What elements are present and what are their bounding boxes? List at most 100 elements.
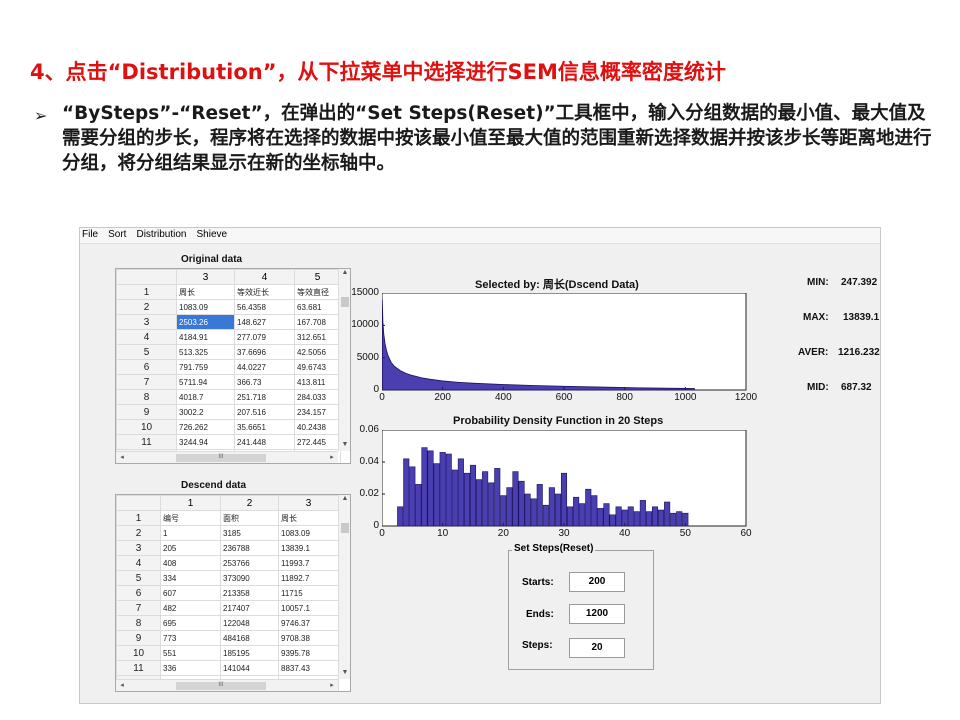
table-row[interactable]: 3 205 236788 13839.1 xyxy=(116,540,339,556)
table-cell[interactable]: 213358 xyxy=(220,585,279,601)
column-header[interactable]: 1 xyxy=(160,495,221,511)
table-cell[interactable]: 513.325 xyxy=(176,344,235,360)
table-cell[interactable]: 3185 xyxy=(220,525,279,541)
horizontal-scrollbar[interactable]: ◂ III ▸ xyxy=(116,679,338,691)
table-cell[interactable]: 284.033 xyxy=(294,389,341,405)
table-row[interactable]: 8 695 122048 9746.37 xyxy=(116,615,339,631)
row-header[interactable]: 6 xyxy=(116,585,161,601)
table-cell[interactable]: 1083.09 xyxy=(278,525,339,541)
column-header[interactable]: 2 xyxy=(220,495,279,511)
table-cell[interactable]: 周长 xyxy=(176,284,235,300)
table-cell[interactable]: 9746.37 xyxy=(278,615,339,631)
table-cell[interactable]: 3244.94 xyxy=(176,434,235,450)
row-header[interactable]: 7 xyxy=(116,374,177,390)
row-header[interactable]: 4 xyxy=(116,555,161,571)
table-cell[interactable]: 234.157 xyxy=(294,404,341,420)
scroll-thumb[interactable]: III xyxy=(176,454,266,462)
menu-file[interactable]: File xyxy=(82,229,98,243)
row-header[interactable]: 2 xyxy=(116,525,161,541)
table-cell[interactable]: 9395.78 xyxy=(278,645,339,661)
table-cell[interactable]: 484168 xyxy=(220,630,279,646)
starts-input[interactable]: 200 xyxy=(569,572,625,592)
table-cell[interactable]: 4184.91 xyxy=(176,329,235,345)
table-cell[interactable]: 8837.43 xyxy=(278,660,339,676)
table-cell[interactable]: 9708.38 xyxy=(278,630,339,646)
table-row[interactable]: 11 3244.94 241.448 272.445 xyxy=(116,434,341,450)
descend-data-table[interactable]: 1 2 3 1 编号 面积 周长 2 1 3185 1083.09 3 205 236788 1383… xyxy=(115,494,351,692)
row-header[interactable]: 10 xyxy=(116,645,161,661)
table-cell[interactable]: 5711.94 xyxy=(176,374,235,390)
table-row[interactable]: 1 周长 等效近长 等效直径 xyxy=(116,284,341,300)
table-cell[interactable]: 42.5056 xyxy=(294,344,341,360)
table-cell[interactable]: 4018.7 xyxy=(176,389,235,405)
table-cell[interactable]: 等效近长 xyxy=(234,284,295,300)
scroll-thumb[interactable] xyxy=(341,523,349,533)
table-cell[interactable]: 551 xyxy=(160,645,221,661)
table-cell[interactable]: 编号 xyxy=(160,510,221,526)
table-row[interactable]: 7 5711.94 366.73 413.811 xyxy=(116,374,341,390)
row-header[interactable]: 9 xyxy=(116,404,177,420)
column-header[interactable]: 3 xyxy=(176,269,235,285)
row-header[interactable]: 1 xyxy=(116,510,161,526)
table-row[interactable]: 2 1083.09 56.4358 63.681 xyxy=(116,299,341,315)
row-header[interactable]: 11 xyxy=(116,434,177,450)
table-cell[interactable]: 40.2438 xyxy=(294,419,341,435)
table-cell[interactable]: 面积 xyxy=(220,510,279,526)
table-cell[interactable]: 207.516 xyxy=(234,404,295,420)
table-cell[interactable]: 49.6743 xyxy=(294,359,341,375)
table-cell[interactable]: 334 xyxy=(160,570,221,586)
table-row[interactable]: 9 3002.2 207.516 234.157 xyxy=(116,404,341,420)
row-header[interactable]: 8 xyxy=(116,615,161,631)
table-cell[interactable]: 148.627 xyxy=(234,314,295,330)
table-cell[interactable]: 1083.09 xyxy=(176,299,235,315)
scroll-thumb[interactable] xyxy=(341,297,349,307)
table-row[interactable]: 4 408 253766 11993.7 xyxy=(116,555,339,571)
table-cell[interactable]: 63.681 xyxy=(294,299,341,315)
table-cell[interactable]: 413.811 xyxy=(294,374,341,390)
row-header[interactable]: 5 xyxy=(116,344,177,360)
row-header[interactable]: 10 xyxy=(116,419,177,435)
table-row[interactable]: 4 4184.91 277.079 312.651 xyxy=(116,329,341,345)
row-header[interactable]: 1 xyxy=(116,284,177,300)
column-header[interactable]: 4 xyxy=(234,269,295,285)
table-cell[interactable]: 122048 xyxy=(220,615,279,631)
table-cell[interactable]: 251.718 xyxy=(234,389,295,405)
table-cell[interactable]: 205 xyxy=(160,540,221,556)
table-cell[interactable]: 272.445 xyxy=(294,434,341,450)
original-data-table[interactable]: 3 4 5 1 周长 等效近长 等效直径 2 1083.09 56.4358 63.681 3 2… xyxy=(115,268,351,464)
table-cell[interactable]: 695 xyxy=(160,615,221,631)
table-cell[interactable]: 185195 xyxy=(220,645,279,661)
scroll-down-icon[interactable]: ▼ xyxy=(339,441,350,451)
table-cell[interactable]: 726.262 xyxy=(176,419,235,435)
table-cell[interactable]: 2503.26 xyxy=(176,314,235,330)
row-header[interactable]: 4 xyxy=(116,329,177,345)
table-row[interactable]: 9 773 484168 9708.38 xyxy=(116,630,339,646)
table-cell[interactable]: 773 xyxy=(160,630,221,646)
row-header[interactable]: 3 xyxy=(116,314,177,330)
scroll-up-icon[interactable]: ▲ xyxy=(339,269,350,279)
table-cell[interactable]: 3002.2 xyxy=(176,404,235,420)
table-cell[interactable]: 482 xyxy=(160,600,221,616)
table-cell[interactable]: 37.6696 xyxy=(234,344,295,360)
table-row[interactable]: 6 791.759 44.0227 49.6743 xyxy=(116,359,341,375)
table-cell[interactable]: 11715 xyxy=(278,585,339,601)
table-cell[interactable]: 10057.1 xyxy=(278,600,339,616)
row-header[interactable]: 2 xyxy=(116,299,177,315)
table-cell[interactable]: 56.4358 xyxy=(234,299,295,315)
menu-sort[interactable]: Sort xyxy=(108,229,126,243)
table-cell[interactable]: 241.448 xyxy=(234,434,295,450)
table-cell[interactable]: 44.0227 xyxy=(234,359,295,375)
column-header[interactable]: 3 xyxy=(278,495,339,511)
table-row[interactable]: 5 334 373090 11892.7 xyxy=(116,570,339,586)
table-cell[interactable]: 35.6651 xyxy=(234,419,295,435)
table-row[interactable]: 5 513.325 37.6696 42.5056 xyxy=(116,344,341,360)
table-row[interactable]: 7 482 217407 10057.1 xyxy=(116,600,339,616)
table-cell[interactable]: 等效直径 xyxy=(294,284,341,300)
scroll-down-icon[interactable]: ▼ xyxy=(339,669,350,679)
table-row[interactable]: 10 551 185195 9395.78 xyxy=(116,645,339,661)
scroll-up-icon[interactable]: ▲ xyxy=(339,495,350,505)
table-cell[interactable]: 13839.1 xyxy=(278,540,339,556)
table-cell[interactable]: 253766 xyxy=(220,555,279,571)
menu-shieve[interactable]: Shieve xyxy=(197,229,228,243)
plot2-axes[interactable] xyxy=(382,430,748,528)
